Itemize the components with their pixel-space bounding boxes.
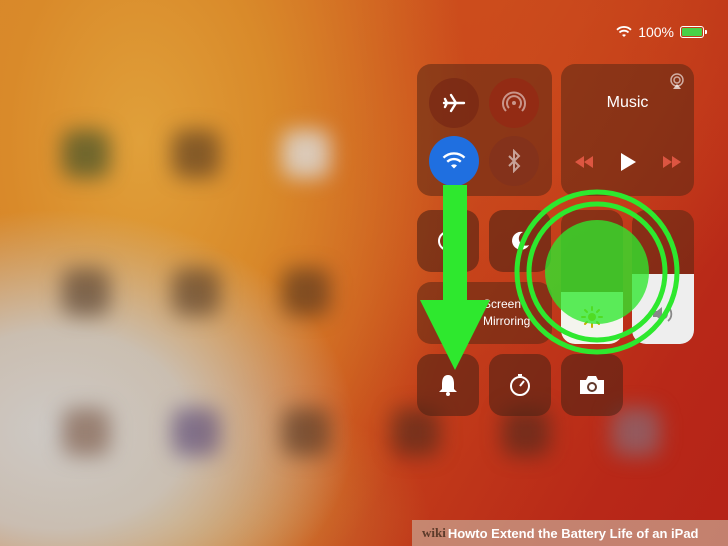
app-icon xyxy=(282,408,330,456)
sun-icon xyxy=(581,306,603,328)
airplay-icon[interactable] xyxy=(668,72,686,90)
brightness-slider[interactable] xyxy=(561,210,623,344)
caption-text: to Extend the Battery Life of an iPad xyxy=(475,525,699,541)
music-panel: Music xyxy=(561,64,694,196)
wiki-logo: wiki xyxy=(422,525,446,540)
timer-icon xyxy=(510,374,530,396)
rotation-lock-button[interactable] xyxy=(417,210,479,272)
screen-mirroring-button[interactable]: Screen Mirroring xyxy=(417,282,552,344)
rewind-icon[interactable] xyxy=(573,155,595,169)
caption-bar: wiki How to Extend the Battery Life of a… xyxy=(412,520,728,546)
cellular-toggle[interactable] xyxy=(489,78,539,128)
app-icon xyxy=(62,408,110,456)
bluetooth-icon xyxy=(508,149,521,173)
app-icon xyxy=(282,130,330,178)
wifi-icon xyxy=(616,26,632,37)
airplane-icon xyxy=(442,93,466,113)
app-icon xyxy=(612,408,660,456)
silent-mode-button[interactable] xyxy=(417,354,479,416)
caption-how: How xyxy=(447,525,476,541)
wifi-icon xyxy=(442,152,466,169)
app-icon xyxy=(62,268,110,316)
battery-percent: 100% xyxy=(638,24,674,40)
bell-icon xyxy=(439,375,457,396)
cellular-icon xyxy=(502,91,526,112)
wifi-toggle[interactable] xyxy=(429,136,479,186)
moon-icon xyxy=(512,231,529,250)
fast-forward-icon[interactable] xyxy=(661,155,683,169)
speaker-icon xyxy=(653,306,673,322)
play-icon[interactable] xyxy=(619,152,637,172)
bluetooth-toggle[interactable] xyxy=(489,136,539,186)
status-bar: 100% xyxy=(616,24,707,40)
camera-icon xyxy=(580,376,604,394)
volume-slider[interactable] xyxy=(632,210,694,344)
do-not-disturb-button[interactable] xyxy=(489,210,551,272)
connectivity-panel xyxy=(417,64,552,196)
app-icon xyxy=(172,130,220,178)
app-icon xyxy=(172,408,220,456)
app-icon xyxy=(172,268,220,316)
camera-button[interactable] xyxy=(561,354,623,416)
app-icon xyxy=(282,268,330,316)
app-icon xyxy=(62,130,110,178)
rotation-lock-icon xyxy=(438,231,458,251)
airplane-mode-toggle[interactable] xyxy=(429,78,479,128)
music-title: Music xyxy=(606,94,649,111)
timer-button[interactable] xyxy=(489,354,551,416)
screen-mirroring-label-2: Mirroring xyxy=(483,314,531,328)
battery-icon xyxy=(680,26,707,38)
screen-mirroring-label-1: Screen xyxy=(483,297,522,311)
